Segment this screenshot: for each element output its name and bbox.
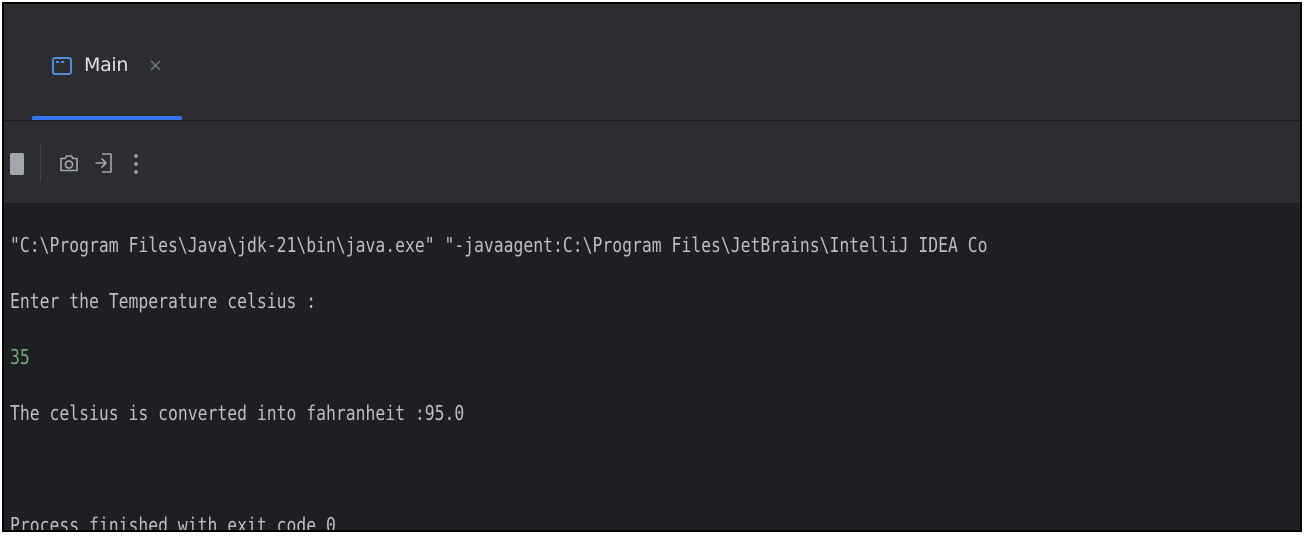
close-icon[interactable]: × [148, 56, 163, 76]
tab-label: Main [84, 54, 129, 76]
console-line-user-input: 35 [10, 345, 30, 369]
console-line-exit: Process finished with exit code 0 [10, 513, 336, 532]
exit-icon[interactable] [94, 152, 114, 174]
console-line-command: "C:\Program Files\Java\jdk-21\bin\java.e… [10, 233, 988, 257]
console-output[interactable]: "C:\Program Files\Java\jdk-21\bin\java.e… [4, 203, 1300, 532]
console-line-result: The celsius is converted into fahranheit… [10, 401, 465, 425]
camera-icon[interactable] [58, 152, 80, 174]
console-line-prompt: Enter the Temperature celsius : [10, 289, 317, 313]
console-toolbar [4, 121, 1300, 203]
toolbar-divider [40, 145, 41, 181]
tab-bar: Main × [4, 4, 1300, 121]
stop-icon[interactable] [10, 153, 24, 175]
more-options-icon[interactable] [132, 151, 140, 177]
tab-main[interactable]: Main × [32, 4, 182, 120]
run-tool-window: Main × "C:\Program Files\Java\jdk-21\bin… [2, 2, 1302, 532]
run-console-icon [52, 57, 72, 75]
active-tab-indicator [32, 116, 182, 120]
